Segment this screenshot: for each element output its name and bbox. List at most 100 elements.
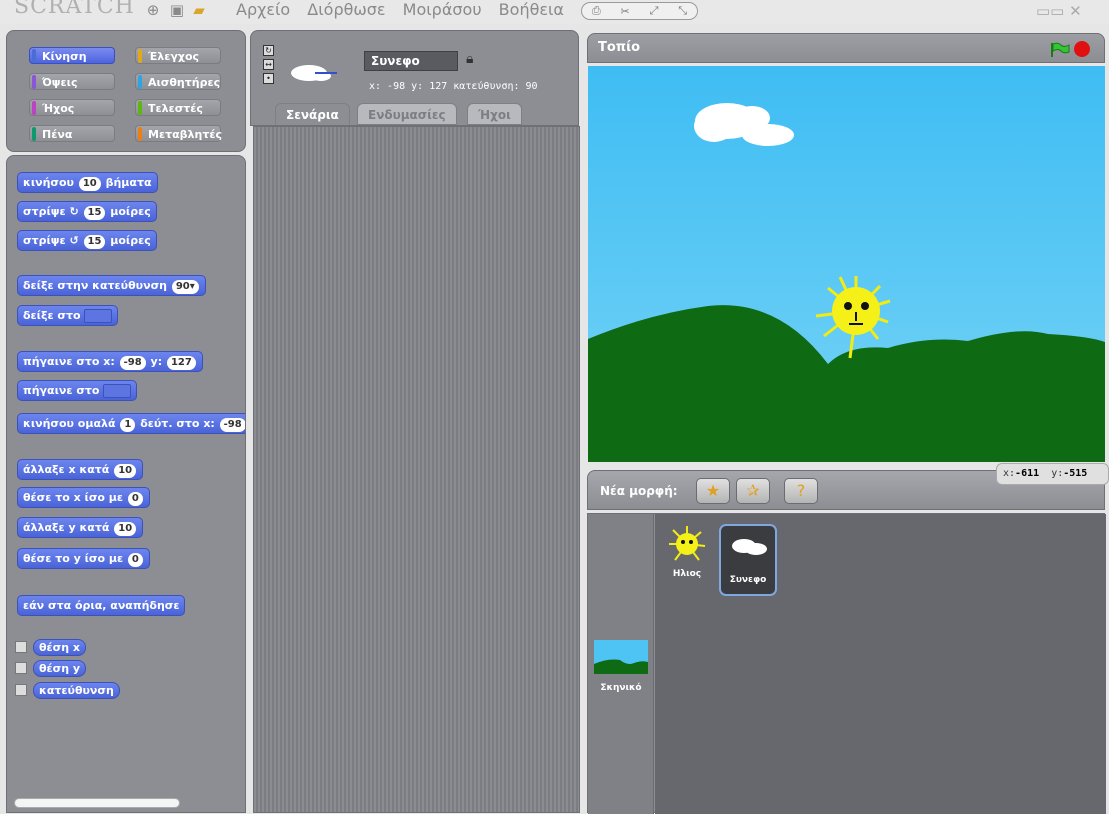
block-text: θέσε το y ίσο με [23,552,124,565]
grow-tool-icon[interactable]: ⤢ [650,4,659,18]
menu-share[interactable]: Μοιράσου [403,0,482,19]
sun-thumbnail [669,526,706,561]
tab-sounds[interactable]: Ήχοι [467,103,522,125]
cloud-sprite[interactable] [694,103,794,146]
block-number-input[interactable]: 10 [78,177,101,191]
show-y-position-checkbox[interactable] [15,662,27,674]
stage-canvas[interactable] [588,66,1105,462]
rotate-style-no-rotate-icon[interactable]: • [263,73,274,84]
sprite-coordinates: x: -98 y: 127 κατεύθυνση: 90 [369,81,538,92]
block-direction-dropdown[interactable]: 90▾ [171,280,199,294]
show-x-position-checkbox[interactable] [15,641,27,653]
block-number-input[interactable]: 1 [120,418,136,432]
block-text: y: [150,355,163,368]
lock-icon[interactable]: 🔒︎ [466,51,473,67]
block-change-y[interactable]: άλλαξε y κατά 10 [17,517,144,538]
category-swatch [138,75,142,89]
tab-scripts[interactable]: Σενάρια [275,103,350,125]
block-text: άλλαξε x κατά [23,463,110,476]
green-flag-icon[interactable] [1050,42,1070,58]
block-number-input[interactable]: 127 [166,356,196,370]
block-number-input[interactable]: 10 [114,464,137,478]
category-sound[interactable]: Ήχος [29,99,115,116]
category-label: Έλεγχος [148,50,200,63]
block-number-input[interactable]: -98 [219,418,245,432]
share-folder-icon[interactable]: ▰ [190,2,208,18]
sprite-info-panel: ↻ ↔ • Συνεφο 🔒︎ x: -98 y: 127 κατεύθυνση… [250,30,579,126]
block-text: δείξε στο [23,309,81,322]
block-number-input[interactable]: 15 [83,206,106,220]
choose-sprite-from-file-button[interactable]: ✰ [736,478,770,504]
block-change-x[interactable]: άλλαξε x κατά 10 [17,459,144,480]
reporter-x-position[interactable]: θέση x [33,639,87,656]
block-bounce[interactable]: εάν στα όρια, αναπήδησε [17,595,186,616]
new-sprite-label: Νέα μορφή: [600,484,678,498]
block-goto-xy[interactable]: πήγαινε στο x: -98 y: 127 [17,351,203,372]
category-label: Πένα [42,128,73,141]
block-number-input[interactable]: 0 [127,553,143,567]
globe-icon[interactable]: ⊕ [144,2,162,18]
stage-thumbnail[interactable]: Σκηνικό [592,640,650,693]
block-number-input[interactable]: -98 [119,356,146,370]
block-turn-right[interactable]: στρίψε ↻ 15 μοίρες [17,201,157,222]
menu-edit[interactable]: Διόρθωσε [307,0,385,19]
stage-thumbnail-column: Σκηνικό [588,514,654,814]
shrink-tool-icon[interactable]: ⤡ [678,4,687,18]
sprite-item-cloud[interactable]: Συνεφο [719,524,777,596]
block-text: μοίρες [110,234,151,247]
category-variables[interactable]: Μεταβλητές [135,125,222,142]
reporter-direction[interactable]: κατεύθυνση [33,682,120,699]
target-dropdown[interactable] [84,309,113,323]
category-looks[interactable]: Όψεις [29,73,115,90]
palette-horizontal-scrollbar[interactable] [14,798,180,808]
block-point-towards[interactable]: δείξε στο [17,305,119,326]
block-set-x[interactable]: θέσε το x ίσο με 0 [17,487,150,508]
mouse-y-label: y: [1051,468,1064,479]
sprite-name-field[interactable]: Συνεφο [364,51,458,71]
block-turn-left[interactable]: στρίψε ↺ 15 μοίρες [17,230,157,251]
block-number-input[interactable]: 0 [127,492,143,506]
paint-new-sprite-button[interactable]: ★ [696,478,730,504]
block-move-steps[interactable]: κινήσου 10 βήματα [17,172,158,193]
stop-icon[interactable] [1074,41,1090,57]
sun-sprite[interactable] [815,276,891,359]
block-text: άλλαξε y κατά [23,521,110,534]
category-control[interactable]: Έλεγχος [135,47,221,64]
rotate-clockwise-icon: ↻ [69,205,79,218]
show-direction-checkbox[interactable] [15,684,27,696]
sprite-item-label: Συνεφο [729,575,767,585]
block-point-direction[interactable]: δείξε στην κατεύθυνση 90▾ [17,275,206,296]
category-operators[interactable]: Τελεστές [135,99,221,116]
block-glide[interactable]: κινήσου ομαλά 1 δεύτ. στο x: -98 [17,413,245,434]
category-label: Όψεις [42,76,78,89]
stage-scene [588,103,1105,462]
block-set-y[interactable]: θέσε το y ίσο με 0 [17,548,150,569]
stage-thumbnail-label: Σκηνικό [600,683,642,693]
target-dropdown[interactable] [103,384,132,398]
tab-costumes[interactable]: Ενδυμασίες [357,103,457,125]
stamp-tool-icon[interactable]: ⎙ [592,4,601,18]
block-number-input[interactable]: 15 [83,235,106,249]
block-goto-target[interactable]: πήγαινε στο [17,380,138,401]
block-text: βήματα [105,176,152,189]
block-text: κινήσου [23,176,74,189]
category-label: Ήχος [42,102,75,115]
reporter-y-position[interactable]: θέση y [33,660,87,677]
stage-header: Τοπίο [587,33,1105,63]
menu-help[interactable]: Βοήθεια [499,0,564,19]
rotate-style-can-rotate-icon[interactable]: ↻ [263,45,274,56]
view-mode-toggle[interactable]: ▭▭ ✕ [1036,2,1082,20]
block-number-input[interactable]: 10 [114,522,137,536]
menu-file[interactable]: Αρχείο [236,0,290,19]
random-sprite-button[interactable]: ? [784,478,818,504]
cut-tool-icon[interactable]: ✂ [621,5,630,18]
sprite-item-sun[interactable]: Ηλιος [658,524,716,579]
rotate-style-left-right-icon[interactable]: ↔ [263,59,274,70]
sprite-list: Ηλιος Συνεφο [655,514,1106,814]
block-text: στρίψε [23,205,66,218]
category-sensing[interactable]: Αισθητήρες [135,73,221,90]
scripts-area[interactable] [253,126,580,813]
category-motion[interactable]: Κίνηση [29,47,115,64]
save-icon[interactable]: ▣ [168,2,186,18]
category-pen[interactable]: Πένα [29,125,115,142]
